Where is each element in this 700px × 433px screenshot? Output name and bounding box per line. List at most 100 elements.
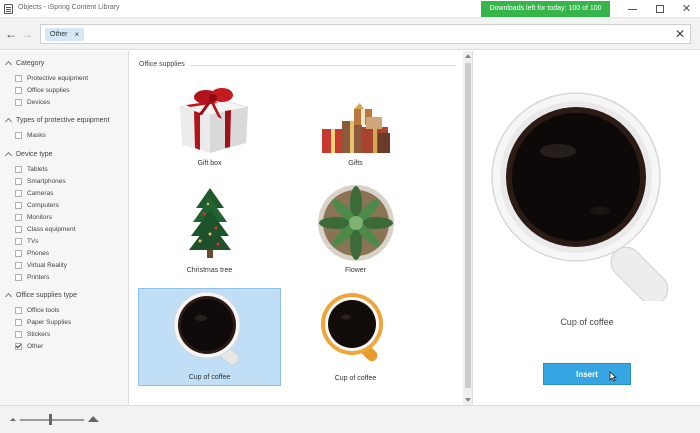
chevron-up-icon xyxy=(4,292,13,301)
checkbox[interactable] xyxy=(15,250,22,257)
filter-option-label: Tablets xyxy=(27,166,48,173)
filter-option[interactable]: Devices xyxy=(15,99,50,106)
filter-option-label: Cameras xyxy=(27,190,54,197)
filter-option-label: TVs xyxy=(27,238,39,245)
clear-search-icon[interactable]: ✕ xyxy=(673,27,687,41)
item-card-coffee-orange[interactable]: Cup of coffee xyxy=(284,288,427,386)
insert-button[interactable]: Insert xyxy=(543,363,631,385)
window-title: Objects - iSpring Content Library xyxy=(18,4,120,11)
filter-option-label: Devices xyxy=(27,99,51,106)
filter-option[interactable]: Monitors xyxy=(15,214,52,221)
checkbox[interactable] xyxy=(15,319,22,326)
checkbox-checked[interactable] xyxy=(15,343,22,350)
scroll-up-icon[interactable] xyxy=(465,54,471,58)
checkbox[interactable] xyxy=(15,166,22,173)
filter-option[interactable]: TVs xyxy=(15,238,39,245)
back-arrow-icon[interactable]: ← xyxy=(4,27,18,41)
filter-option[interactable]: Cameras xyxy=(15,190,53,197)
checkbox[interactable] xyxy=(15,87,22,94)
filter-option-other[interactable]: Other xyxy=(15,343,43,350)
filter-option[interactable]: Virtual Reality xyxy=(15,262,67,269)
filter-option[interactable]: Protective equipment xyxy=(15,75,88,82)
filter-option[interactable]: Office supplies xyxy=(15,87,70,94)
scrollbar-thumb[interactable] xyxy=(465,63,471,388)
filter-group-office-supplies-type[interactable]: Office supplies type xyxy=(4,292,77,301)
results-scrollbar[interactable] xyxy=(463,51,473,405)
checkbox[interactable] xyxy=(15,307,22,314)
item-label: Gifts xyxy=(348,160,363,167)
filter-option-label: Smartphones xyxy=(27,178,66,185)
minimize-button[interactable] xyxy=(619,0,646,18)
filter-option[interactable]: Masks xyxy=(15,132,46,139)
item-label: Gift box xyxy=(197,160,222,167)
filter-option[interactable]: Printers xyxy=(15,274,49,281)
checkbox[interactable] xyxy=(15,132,22,139)
chevron-up-icon xyxy=(4,151,13,160)
filter-option-label: Monitors xyxy=(27,214,52,221)
checkbox[interactable] xyxy=(15,178,22,185)
white-coffee-cup-icon xyxy=(173,291,241,365)
results-grid: Office supplies Gift box Gifts Christmas… xyxy=(130,51,463,405)
zoom-out-icon[interactable] xyxy=(9,416,17,422)
filter-option-label: Printers xyxy=(27,274,50,281)
checkbox[interactable] xyxy=(15,238,22,245)
scroll-down-icon[interactable] xyxy=(465,398,471,402)
zoom-in-icon[interactable] xyxy=(87,414,100,423)
close-icon: ✕ xyxy=(681,2,692,15)
mouse-cursor-icon xyxy=(609,371,617,382)
filter-option[interactable]: Paper Supplies xyxy=(15,319,71,326)
minimize-icon xyxy=(628,8,637,10)
filter-group-protective-types[interactable]: Types of protective equipment xyxy=(4,117,109,126)
checkbox[interactable] xyxy=(15,274,22,281)
maximize-icon xyxy=(655,5,664,13)
filter-option[interactable]: Office tools xyxy=(15,307,59,314)
filter-group-title: Category xyxy=(16,60,45,67)
orange-coffee-cup-icon xyxy=(321,293,383,362)
gift-box-icon xyxy=(179,88,249,153)
checkbox[interactable] xyxy=(15,75,22,82)
filter-option[interactable]: Computers xyxy=(15,202,59,209)
item-card-coffee-white[interactable]: Cup of coffee xyxy=(138,288,281,386)
chevron-up-icon xyxy=(4,60,13,69)
filter-option-label: Masks xyxy=(27,132,46,139)
filter-option-label: Protective equipment xyxy=(27,75,89,82)
search-bar: ← → Other × ✕ xyxy=(0,18,700,50)
filter-sidebar: Category Protective equipment Office sup… xyxy=(0,51,129,405)
item-card-flower[interactable]: Flower xyxy=(284,180,427,278)
filter-option[interactable]: Tablets xyxy=(15,166,48,173)
filter-option-label: Office supplies xyxy=(27,87,70,94)
checkbox[interactable] xyxy=(15,331,22,338)
filter-option-label: Computers xyxy=(27,202,59,209)
filter-option-label: Office tools xyxy=(27,307,60,314)
item-card-gifts[interactable]: Gifts xyxy=(284,73,427,171)
checkbox[interactable] xyxy=(15,214,22,221)
item-card-christmas-tree[interactable]: Christmas tree xyxy=(138,180,281,278)
checkbox[interactable] xyxy=(15,202,22,209)
filter-option[interactable]: Stickers xyxy=(15,331,50,338)
item-label: Cup of coffee xyxy=(334,375,377,382)
christmas-tree-icon xyxy=(189,188,231,258)
item-label: Flower xyxy=(344,267,366,274)
preview-title: Cup of coffee xyxy=(560,317,614,327)
filter-group-category[interactable]: Category xyxy=(4,60,45,69)
filter-option[interactable]: Class equipment xyxy=(15,226,75,233)
maximize-button[interactable] xyxy=(646,0,673,18)
chip-remove-icon[interactable]: × xyxy=(75,28,80,41)
forward-arrow-icon[interactable]: → xyxy=(20,27,34,41)
checkbox[interactable] xyxy=(15,190,22,197)
zoom-slider[interactable] xyxy=(20,414,84,425)
checkbox[interactable] xyxy=(15,262,22,269)
filter-option-label: Paper Supplies xyxy=(27,319,72,326)
filter-option[interactable]: Smartphones xyxy=(15,178,66,185)
close-window-button[interactable]: ✕ xyxy=(673,0,700,18)
filter-group-device-type[interactable]: Device type xyxy=(4,151,53,160)
search-input[interactable]: Other × ✕ xyxy=(40,24,691,44)
chevron-up-icon xyxy=(4,117,13,126)
checkbox[interactable] xyxy=(15,99,22,106)
downloads-badge: Downloads left for today: 100 of 100 xyxy=(481,1,610,17)
preview-coffee-cup-image xyxy=(491,92,669,301)
item-card-gift-box[interactable]: Gift box xyxy=(138,73,281,171)
zoom-slider-handle[interactable] xyxy=(48,414,52,425)
checkbox[interactable] xyxy=(15,226,22,233)
filter-option[interactable]: Phones xyxy=(15,250,49,257)
